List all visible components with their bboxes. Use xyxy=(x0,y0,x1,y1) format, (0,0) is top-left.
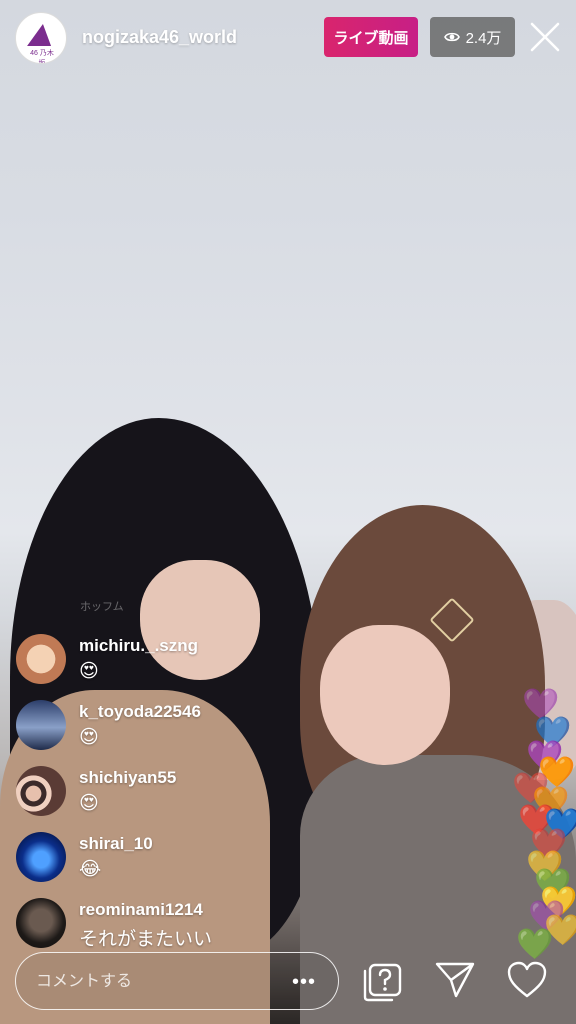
commenter-username[interactable]: shirai_10 xyxy=(79,834,153,854)
send-icon[interactable] xyxy=(434,960,476,1000)
commenter-username[interactable]: reominami1214 xyxy=(79,900,203,920)
close-icon[interactable] xyxy=(528,20,562,54)
comment-text: 😍 xyxy=(79,793,99,814)
commenter-username[interactable]: michiru._.szng xyxy=(79,636,198,656)
comment-text: それがまたいい xyxy=(79,929,213,950)
comment-item: shirai_10 😂 xyxy=(16,828,376,888)
commenter-username[interactable]: shichiyan55 xyxy=(79,768,176,788)
comment-text: 😂 xyxy=(79,859,102,880)
comment-text: 😍 xyxy=(79,727,99,748)
commenter-avatar[interactable] xyxy=(16,634,66,684)
faded-comment: ホッフム xyxy=(80,601,124,613)
eye-icon xyxy=(443,32,460,42)
more-options-icon[interactable]: ••• xyxy=(292,971,316,994)
comment-text: 😍 xyxy=(79,661,99,682)
comment-item: k_toyoda22546 😍 xyxy=(16,696,376,756)
comment-item: shichiyan55 😍 xyxy=(16,762,376,822)
comment-item: reominami1214 それがまたいい xyxy=(16,894,376,954)
broadcaster-username[interactable]: nogizaka46_world xyxy=(82,27,237,48)
floating-hearts: 💜 💙 💜 🧡 ❤️ 🧡 ❤️ 💙 ❤️ 💛 💚 💛 💜 💛 💚 xyxy=(504,690,576,960)
question-icon[interactable] xyxy=(362,957,408,1003)
commenter-avatar[interactable] xyxy=(16,766,66,816)
commenter-avatar[interactable] xyxy=(16,832,66,882)
live-badge: ライブ動画 xyxy=(324,17,418,57)
commenter-avatar[interactable] xyxy=(16,700,66,750)
comment-item: michiru._.szng 😍 xyxy=(16,630,376,690)
commenter-avatar[interactable] xyxy=(16,898,66,948)
comment-field[interactable]: ••• xyxy=(15,952,339,1010)
broadcaster-avatar[interactable]: 46 乃木坂 xyxy=(15,12,67,64)
comment-input[interactable] xyxy=(34,953,288,1010)
avatar-logo-text: 46 乃木坂 xyxy=(30,50,54,64)
heart-icon[interactable] xyxy=(506,960,548,1000)
logo-triangle-icon xyxy=(27,24,55,46)
commenter-username[interactable]: k_toyoda22546 xyxy=(79,702,201,722)
live-header: 46 乃木坂 nogizaka46_world ライブ動画 2.4万 xyxy=(0,0,576,80)
viewer-count-badge[interactable]: 2.4万 xyxy=(430,17,515,57)
viewer-count: 2.4万 xyxy=(465,29,502,47)
floating-heart-icon: 💚 xyxy=(516,928,554,961)
